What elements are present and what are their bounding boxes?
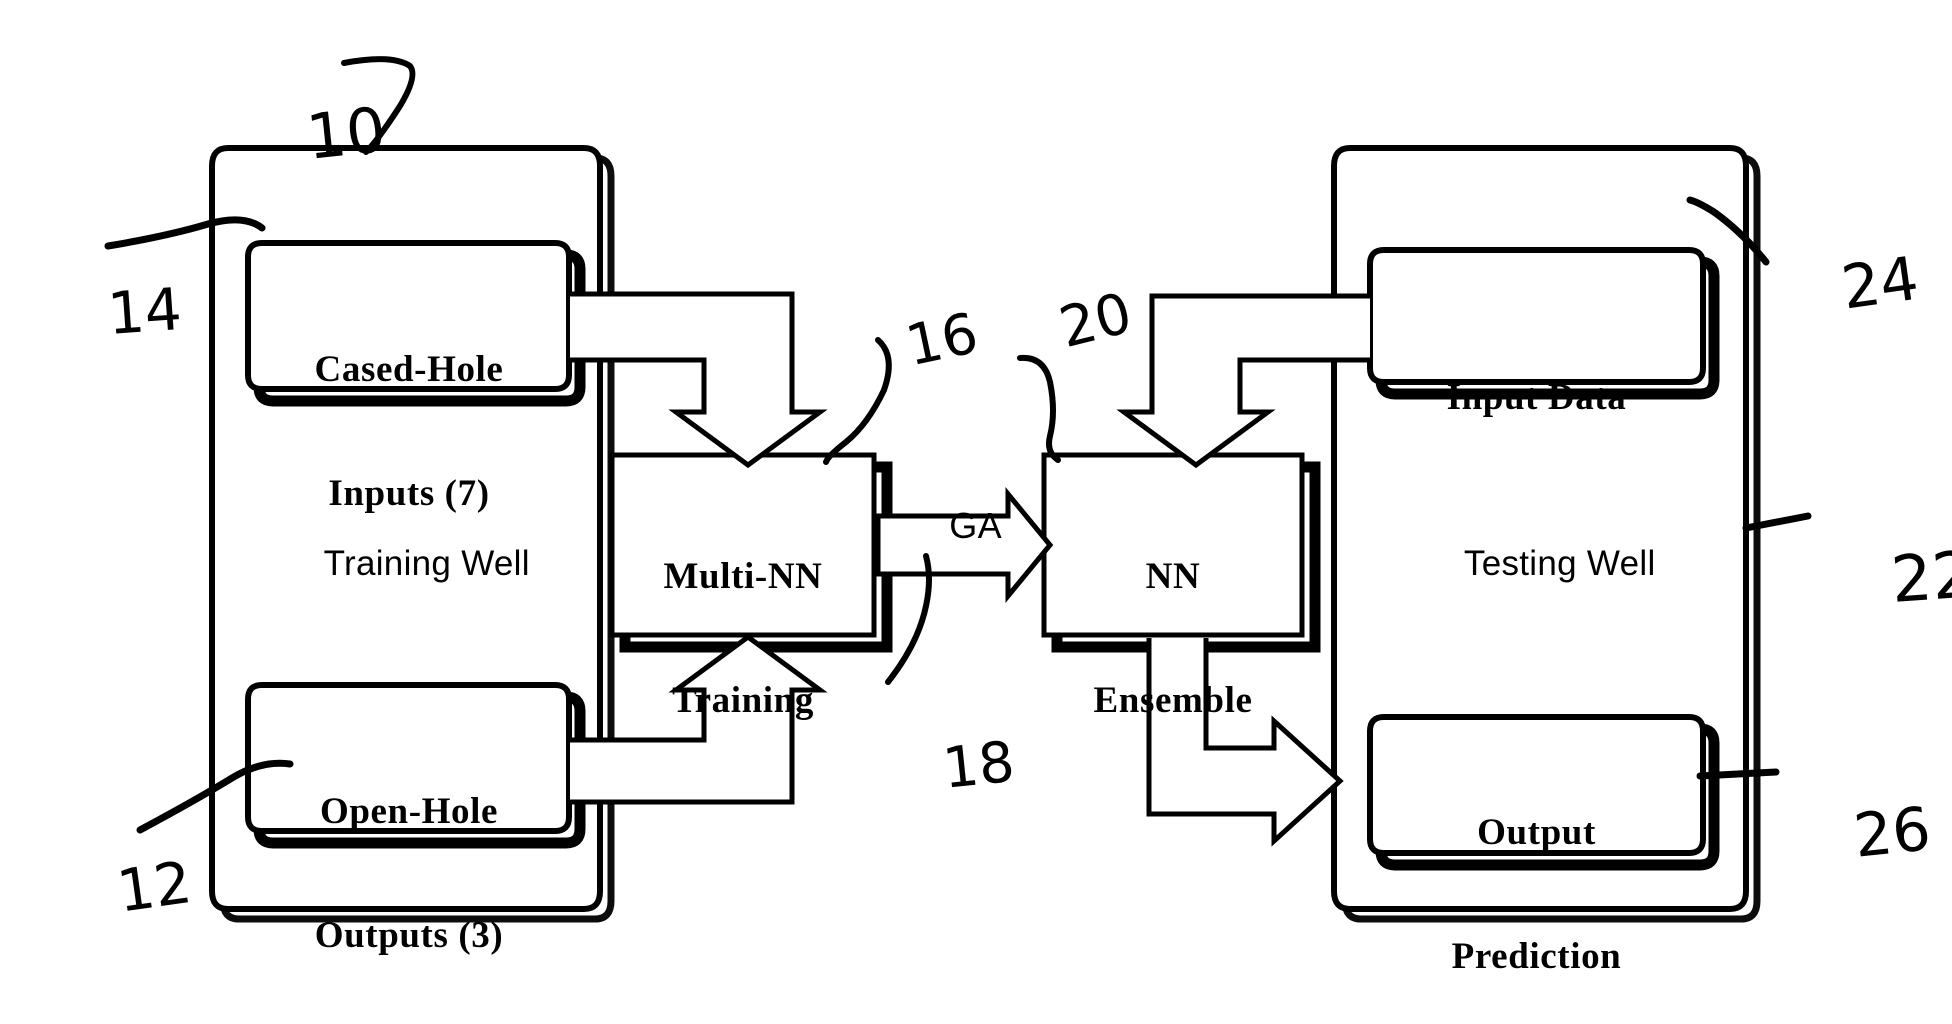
input-data-box	[1367, 247, 1720, 400]
nn-ensemble-box	[1041, 452, 1321, 653]
ensemble-to-output-arrow	[1146, 638, 1344, 847]
leader-line-26	[1696, 768, 1780, 780]
cased-hole-inputs-box	[245, 240, 586, 407]
figure-canvas: Cased-Hole Inputs (7) Training Well Open…	[0, 0, 1952, 1024]
leader-line-10	[341, 56, 416, 155]
multi-nn-training-box	[609, 452, 893, 653]
figure-line-art	[104, 56, 1812, 923]
leader-line-20	[1017, 354, 1061, 463]
leader-line-16	[823, 337, 892, 465]
output-prediction-box	[1367, 714, 1720, 871]
ga-connector-arrow	[875, 487, 1054, 603]
open-hole-outputs-box	[245, 682, 586, 849]
